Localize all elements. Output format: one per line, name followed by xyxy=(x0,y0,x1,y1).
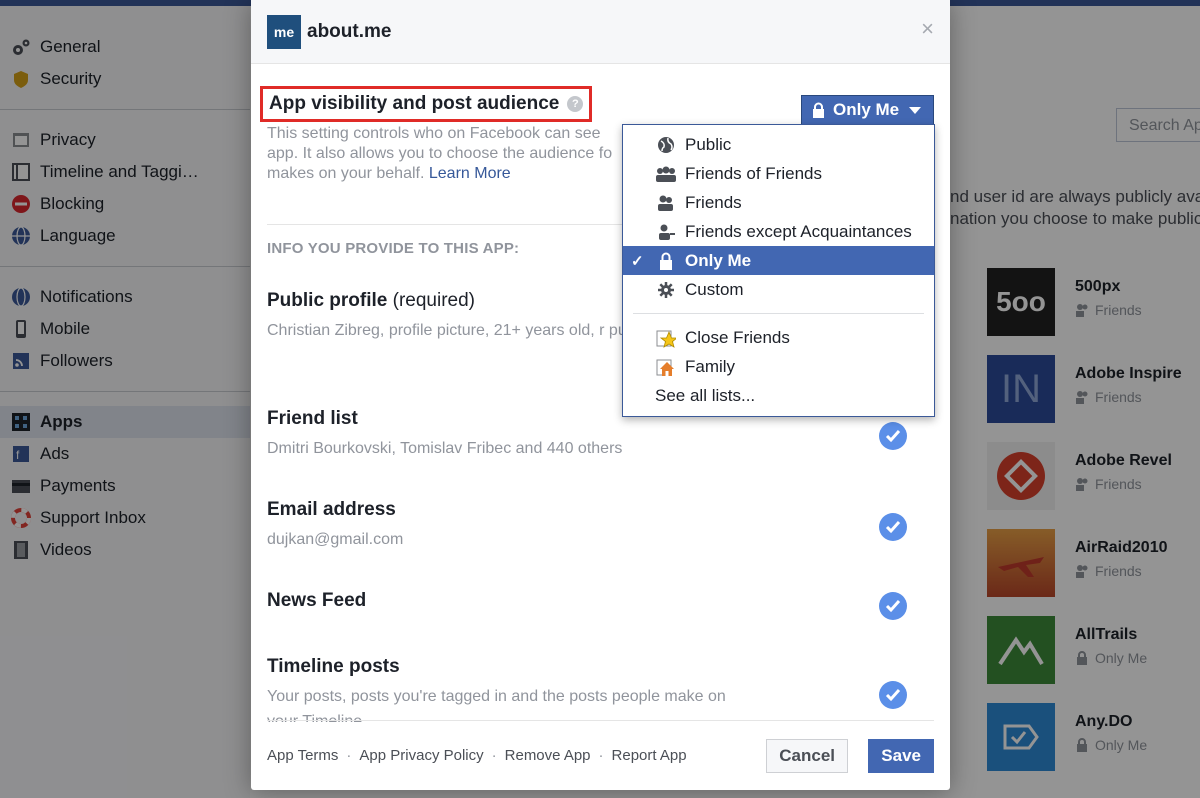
permission-timeline-posts: Timeline posts Your posts, posts you're … xyxy=(267,656,907,722)
friends-icon xyxy=(655,192,677,214)
audience-menu: Public Friends of Friends Friends Friend… xyxy=(622,124,935,417)
cog-icon xyxy=(655,279,677,301)
app-terms-link[interactable]: App Terms xyxy=(267,747,338,764)
menu-item-close-friends[interactable]: Close Friends xyxy=(623,323,934,352)
menu-divider xyxy=(633,313,924,314)
remove-app-link[interactable]: Remove App xyxy=(505,747,591,764)
info-heading: INFO YOU PROVIDE TO THIS APP: xyxy=(267,240,520,257)
checkmark-icon[interactable] xyxy=(879,592,907,620)
footer-links: App Terms · App Privacy Policy · Remove … xyxy=(267,747,687,764)
cancel-button[interactable]: Cancel xyxy=(766,739,848,773)
dialog-footer: App Terms · App Privacy Policy · Remove … xyxy=(267,720,934,790)
help-icon[interactable]: ? xyxy=(567,96,584,112)
report-app-link[interactable]: Report App xyxy=(612,747,687,764)
menu-item-friends-except-acquaintances[interactable]: Friends except Acquaintances xyxy=(623,217,934,246)
audience-selector-button[interactable]: Only Me xyxy=(801,95,934,125)
checkmark-icon[interactable] xyxy=(879,422,907,450)
menu-item-friends[interactable]: Friends xyxy=(623,188,934,217)
friend-except-icon xyxy=(655,221,677,243)
app-settings-dialog: me about.me × App visibility and post au… xyxy=(251,0,950,790)
chevron-down-icon xyxy=(909,106,922,114)
menu-item-family[interactable]: Family xyxy=(623,352,934,381)
check-icon: ✓ xyxy=(631,252,644,270)
star-icon xyxy=(655,327,677,349)
lock-icon xyxy=(655,250,677,272)
menu-item-only-me[interactable]: ✓ Only Me xyxy=(623,246,934,275)
dialog-header: me about.me xyxy=(251,0,950,64)
app-logo: me xyxy=(267,14,301,49)
app-privacy-policy-link[interactable]: App Privacy Policy xyxy=(359,747,483,764)
house-icon xyxy=(655,356,677,378)
save-button[interactable]: Save xyxy=(868,739,934,773)
menu-item-custom[interactable]: Custom xyxy=(623,275,934,304)
close-icon[interactable]: × xyxy=(921,18,934,40)
checkmark-icon[interactable] xyxy=(879,513,907,541)
dialog-title: about.me xyxy=(307,20,392,42)
lock-icon xyxy=(812,102,825,118)
menu-item-public[interactable]: Public xyxy=(623,130,934,159)
learn-more-link[interactable]: Learn More xyxy=(429,165,511,182)
checkmark-icon[interactable] xyxy=(879,681,907,709)
globe-icon xyxy=(655,134,677,156)
visibility-description: This setting controls who on Facebook ca… xyxy=(267,125,613,182)
menu-item-friends-of-friends[interactable]: Friends of Friends xyxy=(623,159,934,188)
visibility-heading: App visibility and post audience ? xyxy=(260,86,593,122)
friends-of-friends-icon xyxy=(655,163,677,185)
permission-news-feed: News Feed xyxy=(267,590,907,620)
menu-item-see-all-lists[interactable]: See all lists... xyxy=(623,381,934,410)
permission-email-address: Email address dujkan@gmail.com xyxy=(267,499,907,552)
